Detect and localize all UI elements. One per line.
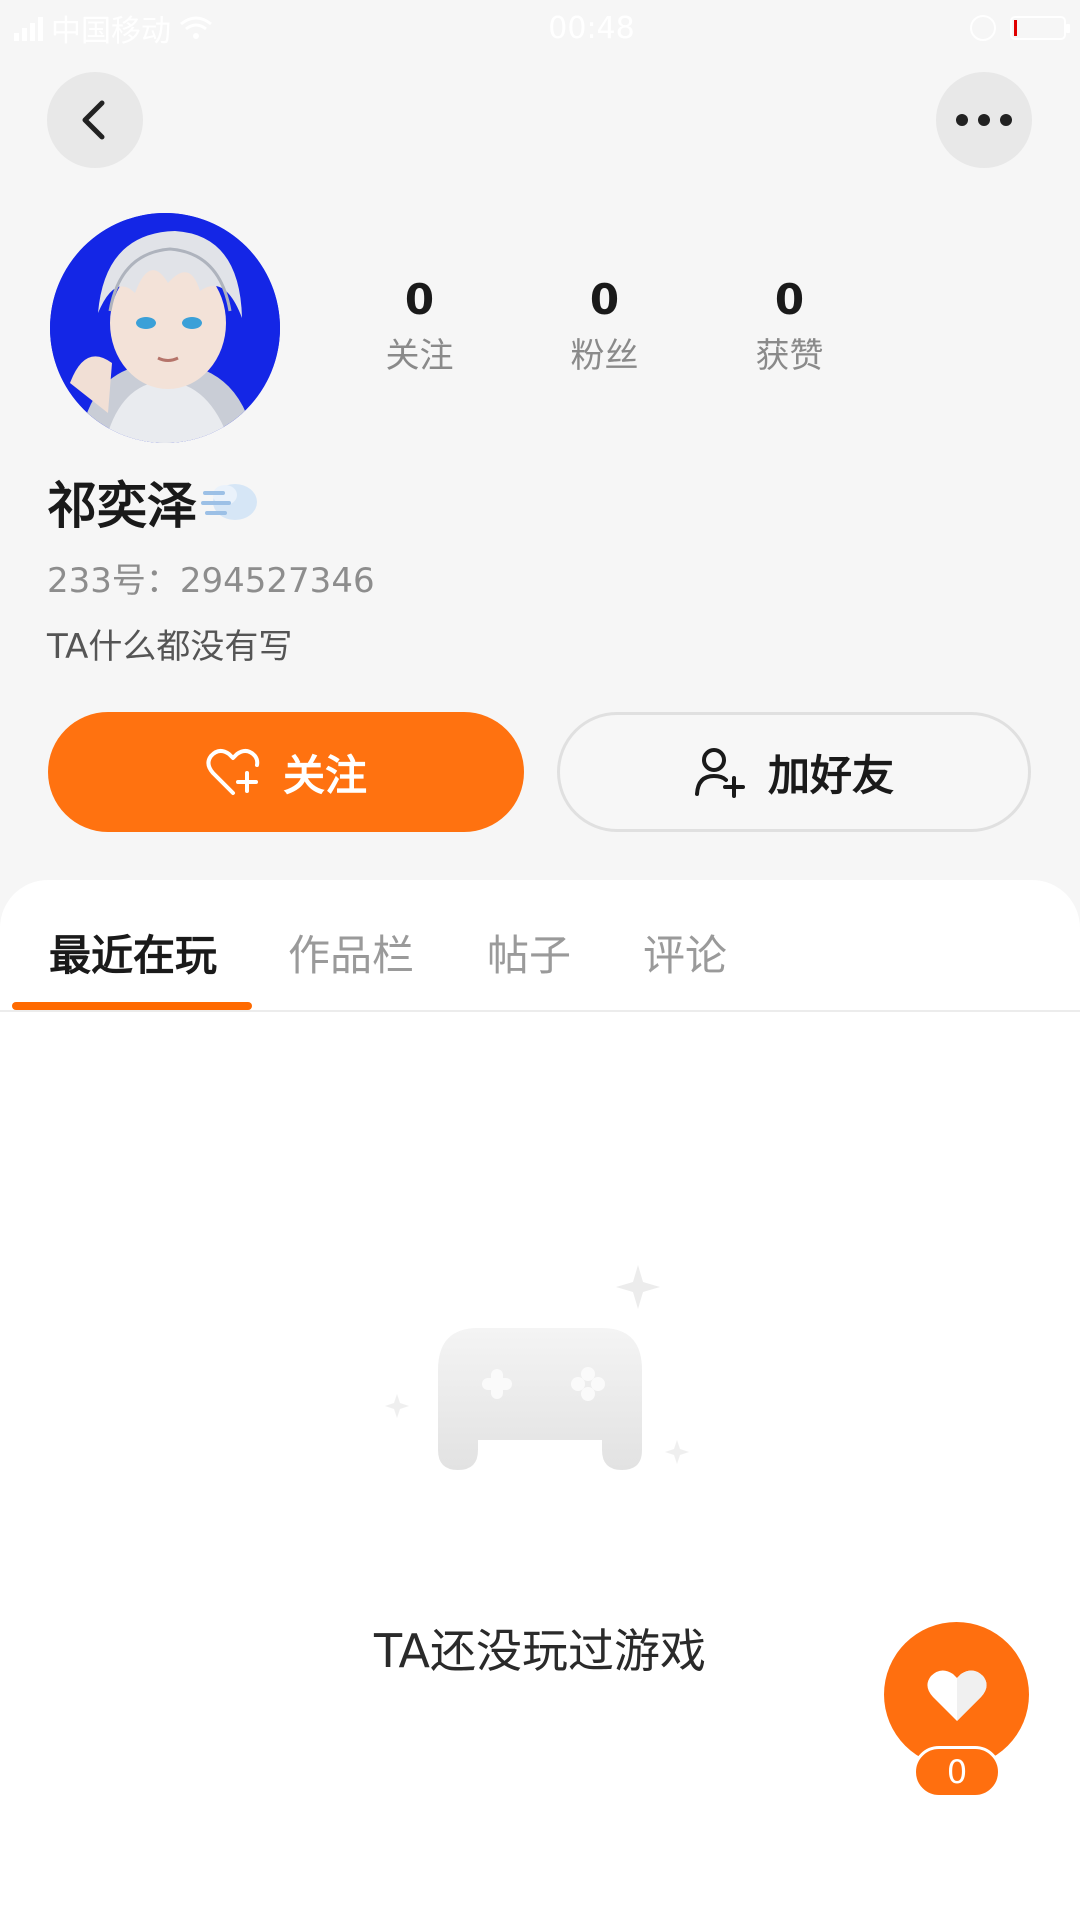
- like-count-badge: 0: [913, 1746, 1001, 1798]
- status-time: 00:48: [548, 10, 635, 46]
- wifi-icon: [180, 16, 212, 39]
- gamepad-icon: [385, 1265, 689, 1470]
- follow-button[interactable]: 关注: [48, 712, 524, 832]
- chevron-left-icon: [82, 100, 105, 140]
- username: 祁奕泽: [47, 466, 261, 538]
- stat-value: 0: [589, 275, 620, 324]
- heart-plus-icon: [206, 749, 260, 795]
- signal-icon: [14, 15, 43, 41]
- status-left: 中国移动: [14, 6, 213, 50]
- user-bio: TA什么都没有写: [47, 627, 293, 667]
- stat-label: 获赞: [755, 336, 824, 376]
- status-right: [970, 15, 1070, 41]
- follow-button-label: 关注: [282, 750, 367, 800]
- stat-followers[interactable]: 0 粉丝: [512, 272, 697, 380]
- tab-comments[interactable]: 评论: [643, 922, 727, 983]
- alarm-icon: [970, 15, 996, 41]
- stat-value: 0: [774, 275, 805, 324]
- status-bar: 中国移动 00:48: [0, 0, 1080, 56]
- tab-works[interactable]: 作品栏: [288, 922, 414, 983]
- wind-emoji-icon: [201, 484, 257, 520]
- username-text: 祁奕泽: [47, 477, 197, 535]
- heart-icon: [926, 1669, 987, 1721]
- active-tab-indicator: [12, 1002, 252, 1010]
- avatar[interactable]: [50, 213, 280, 443]
- carrier-name: 中国移动: [51, 14, 171, 49]
- add-friend-button-label: 加好友: [767, 750, 894, 800]
- stat-label: 关注: [385, 336, 454, 376]
- stat-value: 0: [404, 275, 435, 324]
- user-plus-icon: [694, 748, 745, 798]
- content-panel: 最近在玩 作品栏 帖子 评论 TA还没玩过游戏 0: [0, 880, 1080, 1920]
- battery-icon: [1010, 16, 1070, 40]
- avatar-image: [50, 213, 280, 443]
- profile-stats: 0 关注 0 粉丝 0 获赞: [327, 272, 882, 380]
- stat-label: 粉丝: [570, 336, 639, 376]
- tab-bar: 最近在玩 作品栏 帖子 评论: [0, 880, 1080, 1012]
- more-button[interactable]: [936, 72, 1032, 168]
- add-friend-button[interactable]: 加好友: [557, 712, 1031, 832]
- stat-likes[interactable]: 0 获赞: [697, 272, 882, 380]
- stat-following[interactable]: 0 关注: [327, 272, 512, 380]
- back-button[interactable]: [47, 72, 143, 168]
- tab-posts[interactable]: 帖子: [487, 922, 571, 983]
- tab-recently-played[interactable]: 最近在玩: [49, 922, 217, 983]
- user-id: 233号：294527346: [47, 561, 375, 601]
- more-horizontal-icon: [956, 114, 1012, 126]
